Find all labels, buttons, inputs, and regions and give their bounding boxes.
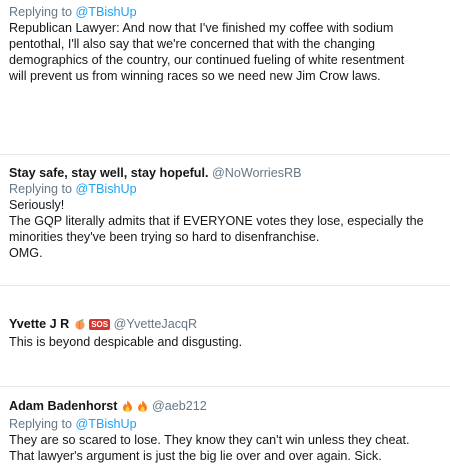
- tweet-reply[interactable]: Stay safe, stay well, stay hopeful. @NoW…: [0, 165, 450, 261]
- tweet-text-line: minorities they've been trying so hard t…: [9, 230, 320, 244]
- peach-emoji-icon: [74, 318, 86, 334]
- tweet-text-line: OMG.: [9, 246, 43, 260]
- divider: [0, 386, 450, 387]
- tweet-reply[interactable]: Replying to @TBishUp Republican Lawyer: …: [0, 4, 450, 84]
- tweet-header: Adam Badenhorst @aeb212: [9, 398, 450, 416]
- replying-to-prefix: Replying to: [9, 5, 76, 19]
- fire-emoji-icon: [122, 400, 133, 416]
- fire-emoji-icon: [137, 400, 148, 416]
- tweet-header: Yvette J R SOS @YvetteJacqR: [9, 316, 450, 334]
- display-name[interactable]: Stay safe, stay well, stay hopeful.: [9, 166, 208, 180]
- tweet-text-line: Republican Lawyer: And now that I've fin…: [9, 21, 394, 35]
- reply-feed: Replying to @TBishUp Republican Lawyer: …: [0, 0, 450, 472]
- replying-to-handle-link[interactable]: @TBishUp: [76, 182, 137, 196]
- username-handle[interactable]: @YvetteJacqR: [114, 317, 198, 331]
- tweet-text-line: pentothal, I'll also say that we're conc…: [9, 37, 376, 51]
- replying-to-handle-link[interactable]: @TBishUp: [76, 417, 137, 431]
- tweet-text-line: demographics of the country, our continu…: [9, 53, 405, 67]
- sos-icon: SOS: [89, 319, 111, 330]
- replying-to-prefix: Replying to: [9, 417, 76, 431]
- tweet-text-line: This is beyond despicable and disgusting…: [9, 335, 243, 349]
- tweet-text-line: That lawyer's argument is just the big l…: [9, 449, 382, 463]
- divider: [0, 154, 450, 155]
- tweet-reply[interactable]: Yvette J R SOS @YvetteJacqR This is beyo…: [0, 316, 450, 350]
- username-handle[interactable]: @NoWorriesRB: [212, 166, 302, 180]
- replying-to-label: Replying to @TBishUp: [9, 4, 450, 20]
- replying-to-handle-link[interactable]: @TBishUp: [76, 5, 137, 19]
- tweet-text-line: They are so scared to lose. They know th…: [9, 433, 410, 447]
- tweet-text-line: Seriously!: [9, 198, 65, 212]
- replying-to-prefix: Replying to: [9, 182, 76, 196]
- replying-to-label: Replying to @TBishUp: [9, 416, 450, 432]
- replying-to-label: Replying to @TBishUp: [9, 181, 450, 197]
- tweet-reply[interactable]: Adam Badenhorst @aeb212 Replying to @TBi…: [0, 398, 450, 464]
- display-name[interactable]: Yvette J R: [9, 317, 69, 331]
- display-name[interactable]: Adam Badenhorst: [9, 399, 117, 413]
- tweet-text-line: will prevent us from winning races so we…: [9, 69, 381, 83]
- divider: [0, 285, 450, 286]
- tweet-text-line: The GQP literally admits that if EVERYON…: [9, 214, 424, 228]
- tweet-header: Stay safe, stay well, stay hopeful. @NoW…: [9, 165, 450, 181]
- username-handle[interactable]: @aeb212: [152, 399, 207, 413]
